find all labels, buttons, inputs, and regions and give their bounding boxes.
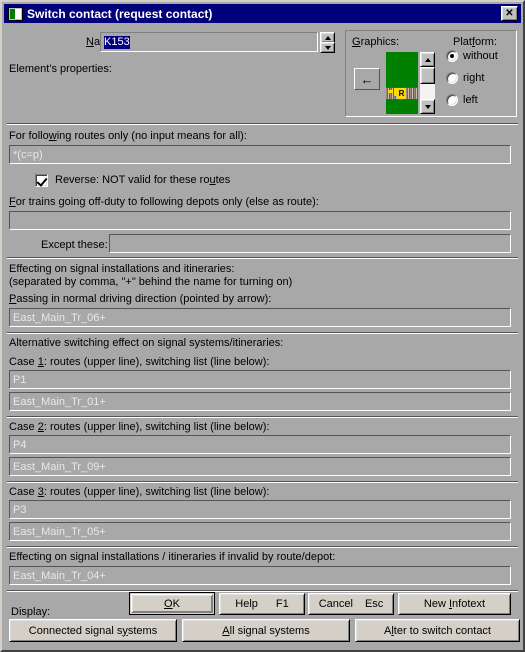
- radio-selected-icon: [446, 50, 458, 62]
- display-label: Display:: [11, 606, 51, 618]
- invalid-label: Effecting on signal installations / itin…: [9, 551, 336, 563]
- effecting-label-line1: Effecting on signal installations and it…: [9, 263, 235, 275]
- reverse-checkbox-label: Reverse: NOT valid for these routes: [55, 174, 231, 186]
- platform-option-right[interactable]: right: [446, 72, 484, 84]
- invalid-input[interactable]: East_Main_Tr_04+: [9, 566, 511, 585]
- passing-input[interactable]: East_Main_Tr_06+: [9, 308, 511, 327]
- dialog-window: Switch contact (request contact) ✕ Name:…: [0, 0, 525, 652]
- section-divider: [7, 416, 518, 418]
- name-input[interactable]: K153: [100, 32, 318, 52]
- case-1-label: Case 1: routes (upper line), switching l…: [9, 356, 270, 368]
- reverse-checkbox[interactable]: Reverse: NOT valid for these routes: [35, 174, 230, 187]
- help-button-key: F1: [275, 598, 289, 610]
- back-arrow-button[interactable]: ←: [354, 68, 380, 90]
- scroll-down-button[interactable]: [420, 99, 435, 114]
- help-button-label: Help: [235, 598, 258, 610]
- case-3-label: Case 3: routes (upper line), switching l…: [9, 486, 270, 498]
- platform-option-label: right: [463, 72, 485, 84]
- platform-option-without[interactable]: without: [446, 50, 498, 62]
- section-divider: [7, 546, 518, 548]
- platform-option-label: without: [463, 50, 498, 62]
- case-3-switching-value: East_Main_Tr_05+: [13, 525, 106, 538]
- except-label: Except these:: [41, 239, 108, 251]
- close-icon[interactable]: ✕: [501, 6, 518, 21]
- passing-input-value: East_Main_Tr_06+: [13, 311, 106, 324]
- routes-input[interactable]: *(c=p): [9, 145, 511, 164]
- invalid-input-value: East_Main_Tr_04+: [13, 569, 106, 582]
- case-3-routes-value: P3: [13, 503, 27, 516]
- case-1-routes-value: P1: [13, 373, 27, 386]
- contact-badge: R: [397, 88, 406, 99]
- new-infotext-button-label: New Infotext: [423, 598, 486, 610]
- all-signal-systems-button[interactable]: All signal systems: [182, 619, 350, 642]
- case-2-routes-value: P4: [13, 438, 27, 451]
- section-divider: [7, 332, 518, 334]
- except-input[interactable]: [109, 234, 511, 253]
- passing-label: Passing in normal driving direction (poi…: [9, 293, 272, 305]
- scroll-up-button[interactable]: [420, 52, 435, 67]
- cancel-button[interactable]: Cancel Esc: [308, 593, 394, 615]
- alter-to-switch-contact-label: Alter to switch contact: [383, 624, 491, 637]
- section-divider: [7, 481, 518, 483]
- effecting-label-line2: (separated by comma, "+" behind the name…: [9, 276, 293, 288]
- platform-option-left[interactable]: left: [446, 94, 478, 106]
- ok-button[interactable]: OK: [129, 592, 215, 615]
- signal-marker-icon: [388, 90, 393, 93]
- case-2-label: Case 2: routes (upper line), switching l…: [9, 421, 270, 433]
- cancel-button-key: Esc: [364, 598, 384, 610]
- window-app-icon: [8, 6, 23, 21]
- routes-input-value: *(c=p): [13, 148, 43, 161]
- case-3-routes-input[interactable]: P3: [9, 500, 511, 519]
- cancel-button-label: Cancel: [318, 598, 353, 610]
- connected-signal-systems-label: Connected signal systems: [28, 624, 158, 637]
- depots-input[interactable]: [9, 211, 511, 230]
- platform-option-label: left: [463, 94, 478, 106]
- section-divider: [7, 123, 518, 125]
- title-bar: Switch contact (request contact) ✕: [4, 4, 521, 23]
- radio-unselected-icon: [446, 94, 458, 106]
- ok-button-label: OK: [164, 597, 180, 610]
- dialog-client-area: Name: K153 Element's properties: Graphic…: [4, 23, 521, 650]
- section-divider: [7, 590, 518, 592]
- name-stepper[interactable]: [320, 32, 335, 53]
- graphics-group: Graphics: Platform: ← R without right le…: [345, 30, 517, 117]
- scrollbar-thumb[interactable]: [420, 67, 435, 84]
- new-infotext-button[interactable]: New Infotext: [398, 593, 511, 615]
- section-divider: [7, 257, 518, 259]
- platform-legend: Platform:: [453, 36, 498, 48]
- graphics-legend: Graphics:: [352, 36, 400, 48]
- alter-to-switch-contact-button[interactable]: Alter to switch contact: [355, 619, 520, 642]
- name-stepper-down[interactable]: [320, 42, 335, 53]
- case-1-routes-input[interactable]: P1: [9, 370, 511, 389]
- case-1-switching-value: East_Main_Tr_01+: [13, 395, 106, 408]
- case-2-routes-input[interactable]: P4: [9, 435, 511, 454]
- depots-label: For trains going off-duty to following d…: [9, 196, 319, 208]
- radio-unselected-icon: [446, 72, 458, 84]
- element-properties-label: Element's properties:: [9, 63, 112, 75]
- name-input-value: K153: [104, 35, 130, 49]
- graphics-preview[interactable]: R: [386, 52, 418, 114]
- all-signal-systems-label: All signal systems: [222, 624, 310, 637]
- case-2-switching-input[interactable]: East_Main_Tr_09+: [9, 457, 511, 476]
- connected-signal-systems-button[interactable]: Connected signal systems: [9, 619, 177, 642]
- routes-label: For following routes only (no input mean…: [9, 130, 247, 142]
- case-1-switching-input[interactable]: East_Main_Tr_01+: [9, 392, 511, 411]
- alternative-label: Alternative switching effect on signal s…: [9, 337, 284, 349]
- graphics-scrollbar[interactable]: [420, 52, 435, 114]
- checkbox-checked-icon: [35, 174, 48, 187]
- case-3-switching-input[interactable]: East_Main_Tr_05+: [9, 522, 511, 541]
- window-title: Switch contact (request contact): [27, 6, 213, 21]
- case-2-switching-value: East_Main_Tr_09+: [13, 460, 106, 473]
- help-button[interactable]: Help F1: [219, 593, 305, 615]
- left-arrow-icon: ←: [360, 71, 374, 87]
